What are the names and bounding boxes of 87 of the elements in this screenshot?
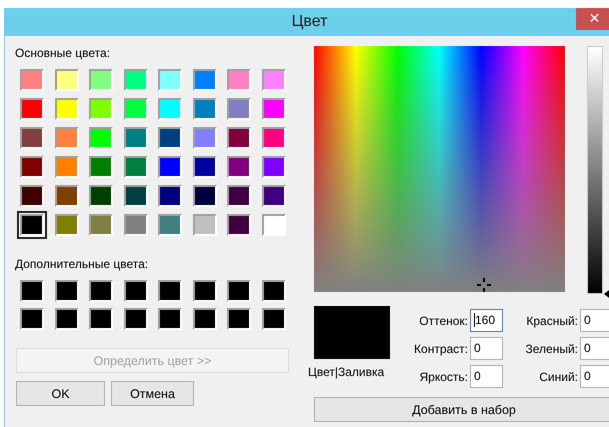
color-swatch[interactable] — [124, 280, 148, 302]
color-swatch[interactable] — [124, 156, 148, 178]
color-swatch[interactable] — [192, 127, 216, 149]
color-swatch[interactable] — [124, 98, 148, 120]
color-swatch[interactable] — [20, 280, 44, 302]
color-swatch[interactable] — [262, 127, 286, 149]
input-field[interactable]: 0 — [580, 365, 609, 388]
color-swatch[interactable] — [192, 156, 216, 178]
cancel-button[interactable]: Отмена — [111, 381, 194, 406]
color-swatch[interactable] — [20, 214, 44, 236]
color-swatch[interactable] — [192, 280, 216, 302]
color-swatch[interactable] — [54, 127, 78, 149]
color-swatch[interactable] — [54, 308, 78, 330]
color-swatch[interactable] — [20, 69, 44, 91]
color-swatch[interactable] — [192, 185, 216, 207]
color-swatch[interactable] — [124, 127, 148, 149]
field-label: Оттенок: — [419, 314, 468, 328]
color-swatch[interactable] — [227, 127, 251, 149]
field-label: Синий: — [539, 370, 578, 384]
color-swatch[interactable] — [20, 308, 44, 330]
input-field[interactable]: 0 — [470, 365, 503, 388]
color-swatch[interactable] — [54, 214, 78, 236]
color-swatch[interactable] — [158, 308, 182, 330]
color-swatch[interactable] — [89, 69, 113, 91]
close-button[interactable]: ✕ — [576, 8, 609, 30]
field-label: Красный: — [526, 314, 578, 328]
color-swatch[interactable] — [262, 69, 286, 91]
color-swatch[interactable] — [262, 156, 286, 178]
color-swatch[interactable] — [124, 214, 148, 236]
custom-colors-label: Дополнительные цвета: — [15, 257, 150, 273]
color-swatch[interactable] — [227, 69, 251, 91]
color-swatch[interactable] — [54, 69, 78, 91]
color-swatch[interactable] — [227, 156, 251, 178]
color-swatch[interactable] — [158, 69, 182, 91]
color-swatch[interactable] — [262, 308, 286, 330]
color-swatch[interactable] — [89, 156, 113, 178]
color-swatch[interactable] — [192, 308, 216, 330]
color-swatch[interactable] — [262, 185, 286, 207]
color-swatch[interactable] — [20, 156, 44, 178]
color-swatch[interactable] — [158, 156, 182, 178]
color-swatch[interactable] — [262, 98, 286, 120]
color-swatch[interactable] — [89, 308, 113, 330]
color-swatch[interactable] — [20, 185, 44, 207]
color-swatch[interactable] — [158, 98, 182, 120]
color-swatch[interactable] — [124, 308, 148, 330]
color-swatch[interactable] — [89, 280, 113, 302]
window-title: Цвет — [292, 13, 328, 31]
color-swatch[interactable] — [158, 185, 182, 207]
color-swatch[interactable] — [89, 98, 113, 120]
ok-button[interactable]: OK — [16, 381, 105, 406]
color-swatch[interactable] — [192, 214, 216, 236]
field-label: Контраст: — [414, 342, 468, 356]
color-swatch[interactable] — [227, 308, 251, 330]
color-swatch[interactable] — [192, 69, 216, 91]
color-swatch[interactable] — [20, 127, 44, 149]
color-swatch[interactable] — [89, 127, 113, 149]
crosshair-icon[interactable] — [477, 278, 491, 292]
color-swatch[interactable] — [227, 214, 251, 236]
input-field[interactable]: 0 — [580, 337, 609, 360]
color-swatch[interactable] — [158, 127, 182, 149]
color-swatch[interactable] — [20, 98, 44, 120]
color-swatch[interactable] — [192, 98, 216, 120]
input-field[interactable]: 0 — [580, 309, 609, 332]
color-swatch[interactable] — [227, 280, 251, 302]
color-swatch[interactable] — [124, 69, 148, 91]
color-swatch[interactable] — [124, 185, 148, 207]
color-swatch[interactable] — [54, 98, 78, 120]
color-swatch[interactable] — [89, 214, 113, 236]
color-swatch[interactable] — [54, 185, 78, 207]
color-swatch[interactable] — [262, 214, 286, 236]
color-swatch[interactable] — [54, 280, 78, 302]
color-swatch[interactable] — [158, 280, 182, 302]
color-spectrum[interactable] — [314, 46, 565, 292]
color-swatch[interactable] — [227, 185, 251, 207]
input-field[interactable]: 160 — [470, 309, 503, 332]
field-label: Зеленый: — [526, 342, 578, 356]
luminance-bar[interactable] — [587, 46, 603, 294]
color-swatch[interactable] — [89, 185, 113, 207]
color-swatch[interactable] — [54, 156, 78, 178]
preview-label: Цвет|Заливка — [308, 365, 386, 379]
field-label: Яркость: — [420, 370, 468, 384]
input-field[interactable]: 0 — [470, 337, 503, 360]
add-to-custom-button[interactable]: Добавить в набор — [314, 397, 609, 422]
color-swatch[interactable] — [227, 98, 251, 120]
color-swatch[interactable] — [158, 214, 182, 236]
basic-colors-label: Основные цвета: — [15, 46, 112, 62]
color-swatch[interactable] — [262, 280, 286, 302]
